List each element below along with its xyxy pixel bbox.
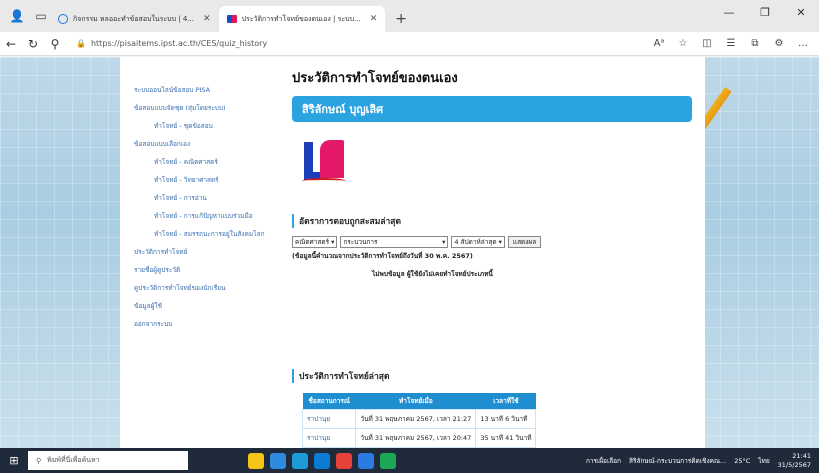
file-explorer-icon[interactable] — [248, 452, 264, 469]
page-viewport: ระบบออนไลน์ข้อสอบ PISA ข้อสอบแบบจัดชุด (… — [0, 57, 819, 448]
read-aloud-icon[interactable]: Aᵃ — [649, 38, 669, 49]
close-window-icon[interactable]: ✕ — [783, 0, 819, 24]
language-indicator[interactable]: ไทย — [758, 456, 769, 466]
tab-bar: 👤 ▭ กิจกรรม หลออะทำข้อสอบในระบบ | 4... ✕… — [0, 0, 819, 32]
chevron-down-icon: ▾ — [331, 238, 335, 246]
tab-label: ประวัติการทำโจทย์ของตนเอง | ระบบ... — [241, 14, 361, 23]
edge-icon[interactable] — [292, 452, 308, 469]
sidebar-item-random-set[interactable]: ข้อสอบแบบจัดชุด (สุ่มโดยระบบ) — [134, 99, 294, 117]
word-icon[interactable] — [358, 452, 374, 469]
chevron-down-icon: ▾ — [442, 238, 446, 246]
sidebar-item-reading[interactable]: ทำโจทย์ - การอ่าน — [134, 189, 294, 207]
filter-row: คณิตศาสตร์ ▾ กระบวนการ ▾ 4 สัปดาห์ล่าสุด ▾ … — [292, 236, 692, 248]
sidebar-item-logout[interactable]: ออกจากระบบ — [134, 315, 294, 333]
table-row: ราปานุย วันที่ 31 พฤษภาคม 2567, เวลา 20:… — [301, 428, 537, 448]
tab-label: กิจกรรม หลออะทำข้อสอบในระบบ | 4... — [73, 14, 195, 23]
sidebar-item-student-history[interactable]: ดูประวัติการทำโจทย์ของนักเรียน — [134, 279, 294, 297]
back-icon[interactable]: ← — [0, 33, 22, 55]
sidebar-item-self-select[interactable]: ข้อสอบแบบเลือกเอง — [134, 135, 294, 153]
sidebar-item-science[interactable]: ทำโจทย์ - วิทยาศาสตร์ — [134, 171, 294, 189]
search-placeholder: พิมพ์ที่นี่เพื่อค้นหา — [47, 456, 100, 464]
workspaces-icon[interactable]: ▭ — [32, 7, 50, 25]
clock[interactable]: 21:41 31/5/2567 — [778, 452, 811, 470]
restore-icon[interactable]: ❐ — [747, 0, 783, 24]
taskbar-search[interactable]: ⚲ พิมพ์ที่นี่เพื่อค้นหา — [28, 451, 188, 470]
line-icon[interactable] — [380, 452, 396, 469]
logo — [302, 136, 348, 186]
store-icon[interactable] — [270, 452, 286, 469]
chrome-icon[interactable] — [336, 452, 352, 469]
minimize-icon[interactable]: — — [711, 0, 747, 24]
content-panel: ระบบออนไลน์ข้อสอบ PISA ข้อสอบแบบจัดชุด (… — [120, 57, 705, 448]
show-button[interactable]: แสดงผล — [507, 236, 542, 248]
split-screen-icon[interactable]: ◫ — [697, 38, 717, 49]
sidebar-item-pisa-online[interactable]: ระบบออนไลน์ข้อสอบ PISA — [134, 81, 294, 99]
windows-start-icon[interactable]: ⊞ — [0, 454, 28, 467]
url-field[interactable]: 🔒 https://pisaitems.ipst.ac.th/CES/quiz_… — [76, 39, 649, 48]
profile-icon[interactable]: 👤 — [8, 7, 26, 25]
close-tab-icon[interactable]: ✕ — [370, 14, 378, 24]
table-cell: วันที่ 31 พฤษภาคม 2567, เวลา 21:27 — [355, 409, 477, 429]
tab-quiz-history[interactable]: ประวัติการทำโจทย์ของตนเอง | ระบบ... ✕ — [218, 6, 386, 32]
sidebar-item-math[interactable]: ทำโจทย์ - คณิตศาสตร์ — [134, 153, 294, 171]
weather-temp[interactable]: 25°C — [734, 457, 750, 465]
search-icon[interactable]: ⚲ — [44, 33, 66, 55]
system-tray: การเผื่อเลือก สิริลักษณ์-กระบวนการคิดเชิ… — [586, 448, 811, 473]
address-bar: ← ↻ ⚲ 🔒 https://pisaitems.ipst.ac.th/CES… — [0, 32, 819, 56]
main-content: ประวัติการทำโจทย์ของตนเอง สิริลักษณ์ บุญ… — [292, 57, 692, 448]
user-name: สิริลักษณ์ บุญเลิศ — [302, 103, 384, 116]
extensions-icon[interactable]: ⚙ — [769, 38, 789, 49]
taskbar: ⊞ ⚲ พิมพ์ที่นี่เพื่อค้นหา การเผื่อเลือก … — [0, 448, 819, 473]
taskbar-item[interactable]: สิริลักษณ์-กระบวนการคิดเชิงคณ... — [629, 456, 726, 466]
favorites-list-icon[interactable]: ☰ — [721, 38, 741, 49]
sidebar-item-history[interactable]: ประวัติการทำโจทย์ — [134, 243, 294, 261]
col-header: ชื่อสถานการณ์ — [302, 393, 356, 410]
favicon-icon — [226, 15, 237, 23]
table-cell: 13 นาที 6 วินาที — [475, 409, 537, 429]
taskbar-item[interactable]: การเผื่อเลือก — [586, 456, 621, 466]
mail-icon[interactable] — [314, 452, 330, 469]
accuracy-heading: อัตราการตอบถูกสะสมล่าสุด — [292, 214, 692, 228]
refresh-icon[interactable]: ↻ — [22, 33, 44, 55]
favorite-star-icon[interactable]: ☆ — [673, 38, 693, 49]
chevron-down-icon: ▾ — [498, 238, 502, 246]
sidebar-item-user-info[interactable]: ข้อมูลผู้ใช้ — [134, 297, 294, 315]
tab-pisa-activity[interactable]: กิจกรรม หลออะทำข้อสอบในระบบ | 4... ✕ — [50, 6, 219, 32]
favicon-icon — [58, 14, 68, 24]
history-table: ชื่อสถานการณ์ ทำโจทย์เมื่อ เวลาที่ใช้ รา… — [301, 393, 537, 448]
no-data-message: ไม่พบข้อมูล ผู้ใช้ยังไม่เคยทำโจทย์ประเภท… — [372, 270, 493, 278]
table-cell: วันที่ 31 พฤษภาคม 2567, เวลา 20:47 — [355, 428, 477, 448]
process-select[interactable]: กระบวนการ ▾ — [340, 236, 449, 248]
table-cell: 35 นาที 41 วินาที — [475, 428, 537, 448]
lock-icon: 🔒 — [76, 39, 86, 48]
sidebar: ระบบออนไลน์ข้อสอบ PISA ข้อสอบแบบจัดชุด (… — [134, 81, 294, 333]
close-tab-icon[interactable]: ✕ — [203, 14, 211, 24]
search-icon: ⚲ — [36, 456, 42, 465]
more-icon[interactable]: … — [793, 38, 813, 49]
new-tab-button[interactable]: + — [385, 6, 417, 32]
subject-select[interactable]: คณิตศาสตร์ ▾ — [292, 236, 338, 248]
col-header: เวลาที่ใช้ — [475, 393, 536, 410]
taskbar-apps — [248, 452, 396, 469]
table-row: ราปานุย วันที่ 31 พฤษภาคม 2567, เวลา 21:… — [301, 409, 537, 429]
sidebar-item-collaborative[interactable]: ทำโจทย์ - การแก้ปัญหาแบบร่วมมือ — [134, 207, 294, 225]
situation-link[interactable]: ราปานุย — [301, 428, 357, 448]
col-header: ทำโจทย์เมื่อ — [355, 393, 476, 410]
sidebar-item-set-exam[interactable]: ทำโจทย์ - ชุดข้อสอบ — [134, 117, 294, 135]
window-controls: — ❐ ✕ — [711, 0, 819, 24]
data-note: (ข้อมูลนี้คำนวณจากประวัติการทำโจทย์ถึงวั… — [292, 252, 473, 260]
url-text: https://pisaitems.ipst.ac.th/CES/quiz_hi… — [90, 39, 268, 48]
user-name-banner: สิริลักษณ์ บุญเลิศ — [292, 96, 692, 122]
collections-icon[interactable]: ⧉ — [745, 38, 765, 49]
period-select[interactable]: 4 สัปดาห์ล่าสุด ▾ — [451, 236, 505, 248]
recent-heading: ประวัติการทำโจทย์ล่าสุด — [292, 369, 692, 383]
situation-link[interactable]: ราปานุย — [301, 409, 357, 429]
page-title: ประวัติการทำโจทย์ของตนเอง — [292, 71, 458, 86]
sidebar-item-global[interactable]: ทำโจทย์ - สมรรถนะการอยู่ในสังคมโลก — [134, 225, 294, 243]
sidebar-item-viewers[interactable]: รายชื่อผู้ดูประวัติ — [134, 261, 294, 279]
